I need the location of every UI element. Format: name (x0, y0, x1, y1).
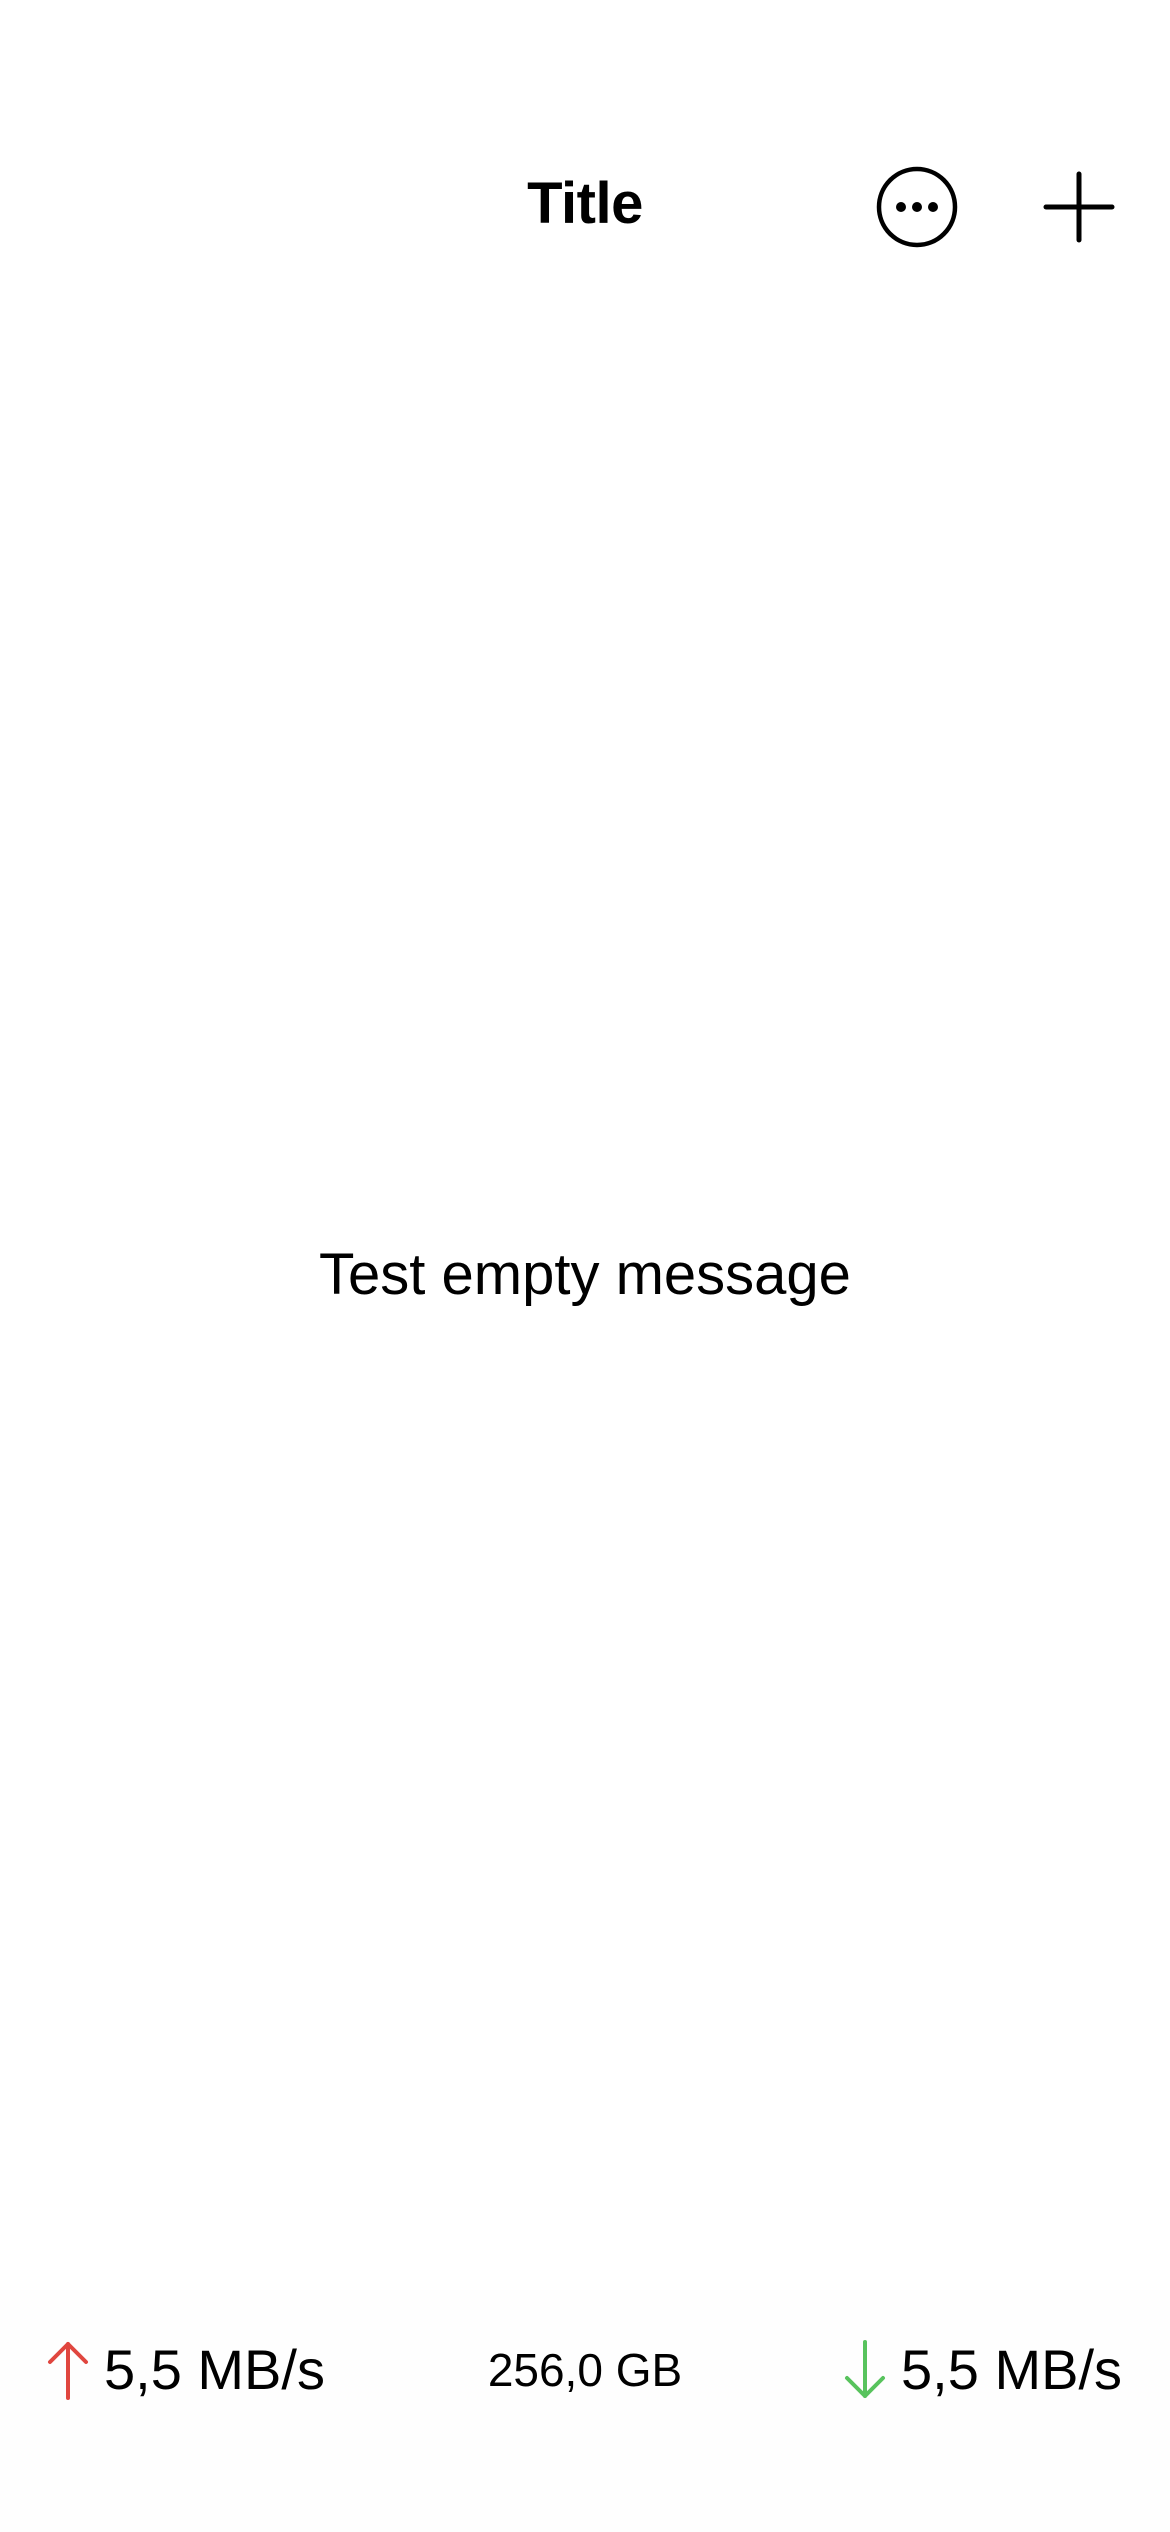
ellipsis-circle-icon (876, 166, 958, 248)
storage-label: 256,0 GB (487, 2344, 683, 2396)
page-title: Title (527, 171, 643, 236)
download-rate-label: 5,5 MB/s (901, 2338, 1122, 2401)
transfer-status-bar: 5,5 MB/s 256,0 GB 5,5 MB/s (0, 2290, 1170, 2532)
empty-state-message: Test empty message (319, 1242, 851, 1307)
app-screen: Title Test empty message 5,5 MB/s 256,0 … (0, 0, 1170, 2532)
download-rate: 5,5 MB/s (843, 2330, 1122, 2410)
arrow-down-icon (843, 2340, 887, 2400)
more-button[interactable] (872, 162, 962, 252)
add-button[interactable] (1034, 162, 1124, 252)
plus-icon (1043, 171, 1115, 243)
navigation-bar: Title (0, 130, 1170, 280)
